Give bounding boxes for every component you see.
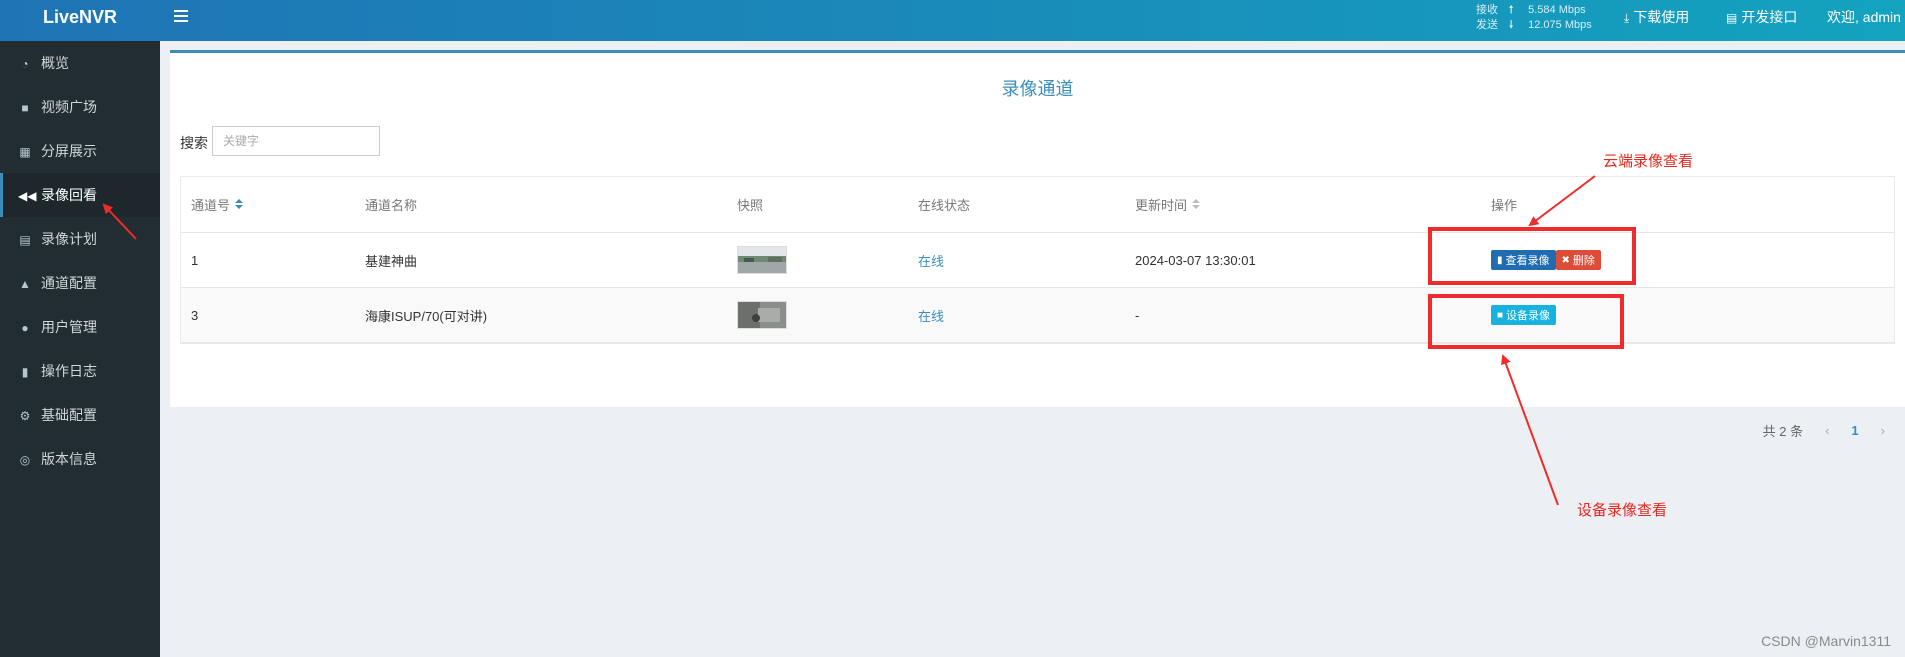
column-header-actions: 操作 bbox=[1491, 198, 1518, 213]
column-header-channel-name: 通道名称 bbox=[365, 198, 418, 213]
sidebar-item-channel-config[interactable]: ▲ 通道配置 bbox=[0, 261, 160, 305]
sidebar-item-operation-log[interactable]: ▮ 操作日志 bbox=[0, 349, 160, 393]
channel-name: 基建神曲 bbox=[365, 253, 418, 269]
download-link[interactable]: ⤓ 下载使用 bbox=[1624, 0, 1689, 34]
rewind-icon: ◀◀ bbox=[18, 189, 37, 203]
pagination: 共 2 条 ‹ 1 › bbox=[1741, 421, 1885, 440]
sidebar-item-user-management[interactable]: ● 用户管理 bbox=[0, 305, 160, 349]
grid-icon: ▦ bbox=[19, 145, 31, 159]
rx-label: 接收 bbox=[1476, 4, 1498, 16]
tx-value: 12.075 Mbps bbox=[1528, 19, 1592, 31]
sidebar-item-basic-config[interactable]: ⚙ 基础配置 bbox=[0, 393, 160, 437]
users-icon: ● bbox=[21, 321, 29, 335]
channel-name: 海康ISUP/70(可对讲) bbox=[365, 308, 488, 324]
table-row: 1 基建神曲 在线 2024-03-07 13:30:01 ▮ 查看录像 ✖ 删… bbox=[181, 233, 1894, 288]
calendar-icon: ▤ bbox=[19, 233, 31, 247]
chevron-right-icon[interactable]: › bbox=[1881, 423, 1885, 438]
snapshot-image[interactable] bbox=[737, 301, 787, 329]
annotation-device-label: 设备录像查看 bbox=[1577, 502, 1668, 519]
channel-id: 1 bbox=[191, 252, 199, 268]
sort-icon[interactable] bbox=[1192, 198, 1201, 211]
search-label: 搜索 bbox=[180, 135, 208, 151]
total-count: 共 2 条 bbox=[1762, 424, 1804, 439]
annotation-box-device bbox=[1428, 294, 1624, 349]
sidebar-toggle-icon[interactable] bbox=[174, 10, 188, 22]
book-icon: ▤ bbox=[1726, 11, 1738, 25]
top-header: LiveNVR 接收 🠕 5.584 Mbps 发送 🠗 12.075 Mbps… bbox=[0, 0, 1905, 41]
updated-time: 2024-03-07 13:30:01 bbox=[1135, 252, 1256, 268]
sort-icon[interactable] bbox=[235, 198, 244, 211]
user-menu[interactable]: 欢迎, admin bbox=[1827, 0, 1901, 34]
sidebar: ◔ 概览 ■ 视频广场 ▦ 分屏展示 ◀◀ 录像回看 ▤ 录像计划 ▲ 通道配置 ● 用户管理… bbox=[0, 41, 160, 657]
tx-label: 发送 bbox=[1476, 19, 1498, 31]
watermark: CSDN @Marvin1311 bbox=[1761, 633, 1891, 649]
updated-time: - bbox=[1135, 307, 1140, 323]
status-online: 在线 bbox=[918, 253, 945, 269]
file-icon: ▮ bbox=[21, 365, 29, 379]
arrow-down-icon: 🠗 bbox=[1508, 19, 1514, 31]
sidebar-item-playback[interactable]: ◀◀ 录像回看 bbox=[0, 173, 160, 217]
download-icon: ⤓ bbox=[1624, 11, 1630, 25]
chevron-left-icon[interactable]: ‹ bbox=[1825, 423, 1829, 438]
status-online: 在线 bbox=[918, 308, 945, 324]
column-header-snapshot: 快照 bbox=[737, 198, 764, 213]
table-row: 3 海康ISUP/70(可对讲) 在线 - ■ 设备录像 bbox=[181, 288, 1894, 343]
page-title: 录像通道 bbox=[1001, 79, 1074, 99]
column-header-status: 在线状态 bbox=[918, 198, 971, 213]
snapshot-thumbnail[interactable] bbox=[737, 233, 787, 287]
table-header: 通道号 通道名称 快照 在线状态 更新时间 操作 bbox=[181, 177, 1894, 233]
search-input[interactable] bbox=[212, 126, 380, 156]
sidebar-item-split-screen[interactable]: ▦ 分屏展示 bbox=[0, 129, 160, 173]
bandwidth-readout: 接收 🠕 5.584 Mbps 发送 🠗 12.075 Mbps bbox=[1476, 3, 1592, 33]
road-icon: ▲ bbox=[19, 277, 31, 291]
annotation-cloud-label: 云端录像查看 bbox=[1603, 153, 1694, 170]
api-docs-link[interactable]: ▤ 开发接口 bbox=[1726, 0, 1797, 34]
brand-logo[interactable]: LiveNVR bbox=[0, 0, 160, 41]
gears-icon: ⚙ bbox=[19, 409, 31, 423]
page-number[interactable]: 1 bbox=[1851, 423, 1858, 438]
channel-id: 3 bbox=[191, 307, 199, 323]
column-header-channel-id[interactable]: 通道号 bbox=[191, 177, 244, 232]
rx-value: 5.584 Mbps bbox=[1528, 4, 1586, 16]
dashboard-icon: ◔ bbox=[21, 57, 29, 71]
sidebar-item-video-square[interactable]: ■ 视频广场 bbox=[0, 85, 160, 129]
sidebar-item-version-info[interactable]: ◎ 版本信息 bbox=[0, 437, 160, 481]
snapshot-thumbnail[interactable] bbox=[737, 288, 787, 342]
sidebar-item-record-plan[interactable]: ▤ 录像计划 bbox=[0, 217, 160, 261]
column-header-updated[interactable]: 更新时间 bbox=[1135, 177, 1201, 232]
record-channels-panel: 录像通道 搜索 通道号 通道名称 快照 在线状态 更新时间 操作 1 基建神曲 bbox=[170, 50, 1905, 439]
arrow-up-icon: 🠕 bbox=[1508, 4, 1514, 16]
lifebuoy-icon: ◎ bbox=[19, 453, 31, 467]
snapshot-image[interactable] bbox=[737, 246, 787, 274]
sidebar-item-overview[interactable]: ◔ 概览 bbox=[0, 41, 160, 85]
video-camera-icon: ■ bbox=[21, 101, 29, 115]
channel-table: 通道号 通道名称 快照 在线状态 更新时间 操作 1 基建神曲 在线 2024-… bbox=[180, 176, 1895, 344]
annotation-box-cloud bbox=[1428, 227, 1636, 285]
